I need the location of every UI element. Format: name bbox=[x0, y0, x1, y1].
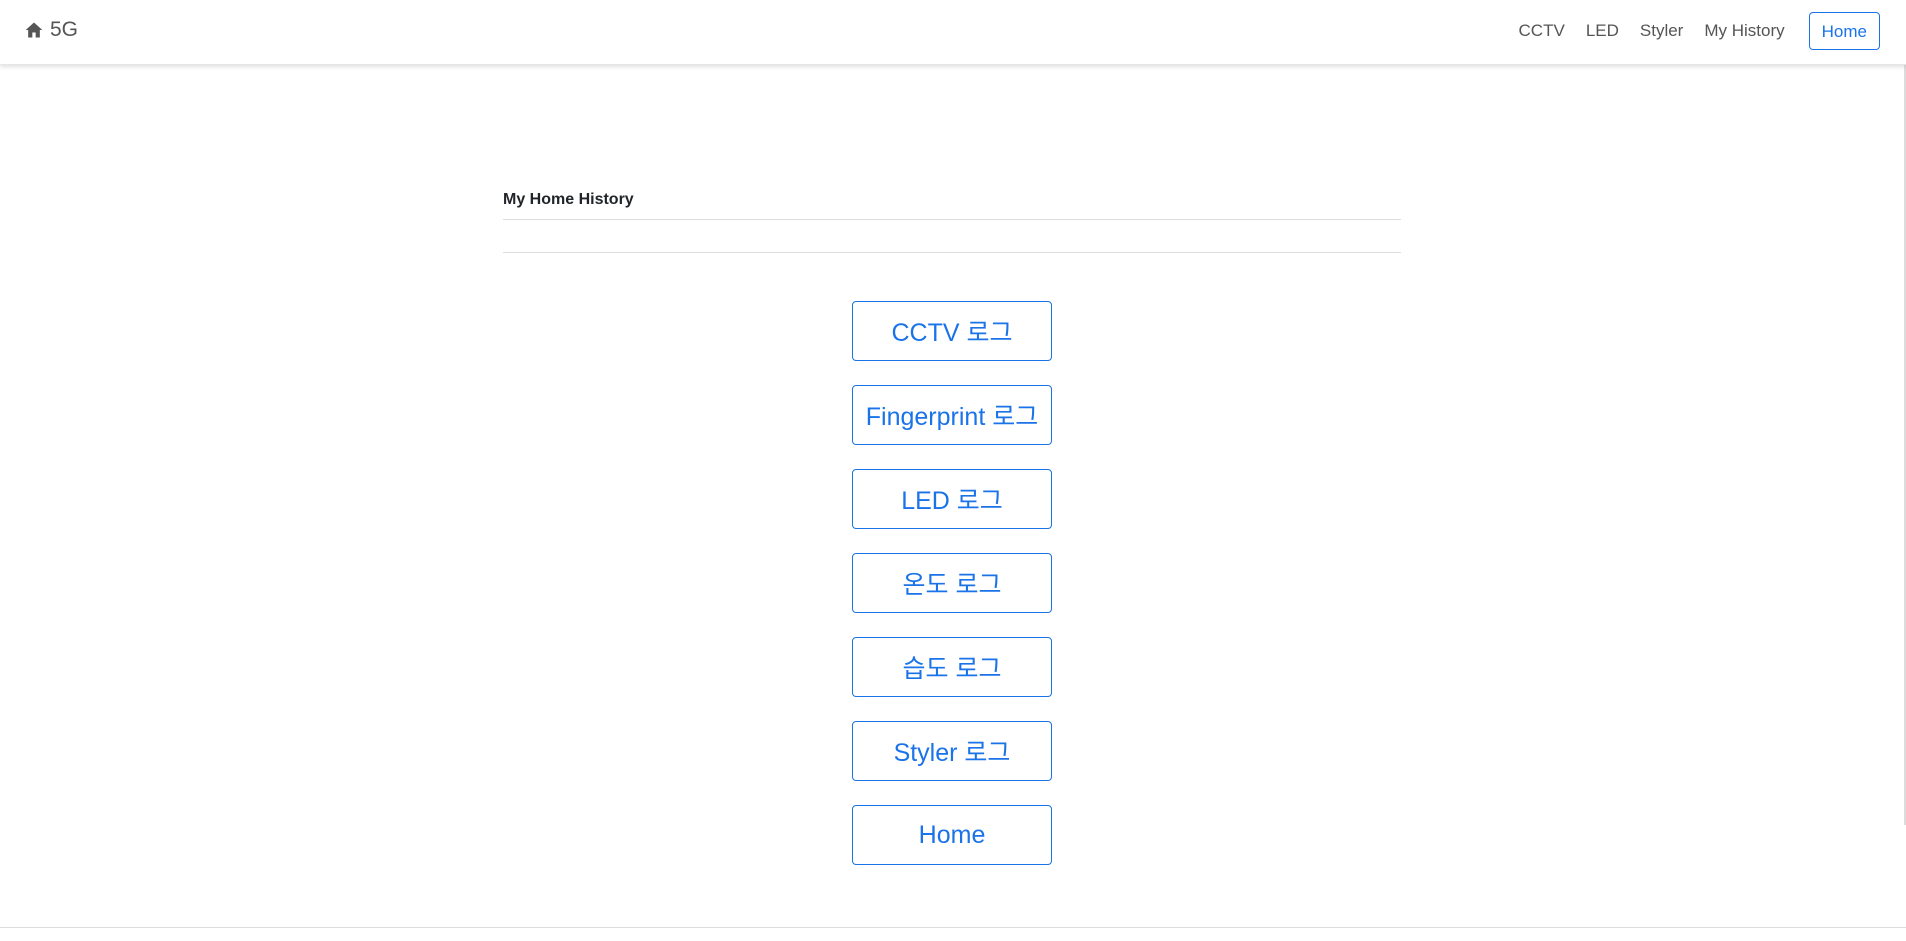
styler-log-button[interactable]: Styler 로그 bbox=[852, 721, 1052, 781]
nav-home-button[interactable]: Home bbox=[1808, 12, 1880, 50]
cctv-log-button[interactable]: CCTV 로그 bbox=[852, 301, 1052, 361]
led-log-button[interactable]: LED 로그 bbox=[852, 469, 1052, 529]
log-button-list: CCTV 로그 Fingerprint 로그 LED 로그 온도 로그 습도 로… bbox=[503, 301, 1401, 889]
top-navbar: 5G CCTV LED Styler My History Home bbox=[0, 0, 1906, 65]
temperature-log-button[interactable]: 온도 로그 bbox=[852, 553, 1052, 613]
nav-link-cctv[interactable]: CCTV bbox=[1519, 21, 1565, 41]
nav-link-styler[interactable]: Styler bbox=[1640, 21, 1683, 41]
footer-divider bbox=[0, 927, 1906, 928]
brand-text: 5G bbox=[50, 18, 79, 41]
brand-link[interactable]: 5G bbox=[24, 18, 78, 42]
home-button[interactable]: Home bbox=[852, 805, 1052, 865]
home-icon bbox=[25, 22, 43, 38]
section-divider bbox=[503, 252, 1401, 253]
fingerprint-log-button[interactable]: Fingerprint 로그 bbox=[852, 385, 1052, 445]
nav-links: CCTV LED Styler My History Home bbox=[1498, 12, 1880, 50]
nav-link-my-history[interactable]: My History bbox=[1704, 21, 1784, 41]
main-content: My Home History CCTV 로그 Fingerprint 로그 L… bbox=[503, 178, 1401, 889]
humidity-log-button[interactable]: 습도 로그 bbox=[852, 637, 1052, 697]
nav-link-led[interactable]: LED bbox=[1586, 21, 1619, 41]
title-divider bbox=[503, 219, 1401, 220]
page-title: My Home History bbox=[503, 191, 634, 208]
